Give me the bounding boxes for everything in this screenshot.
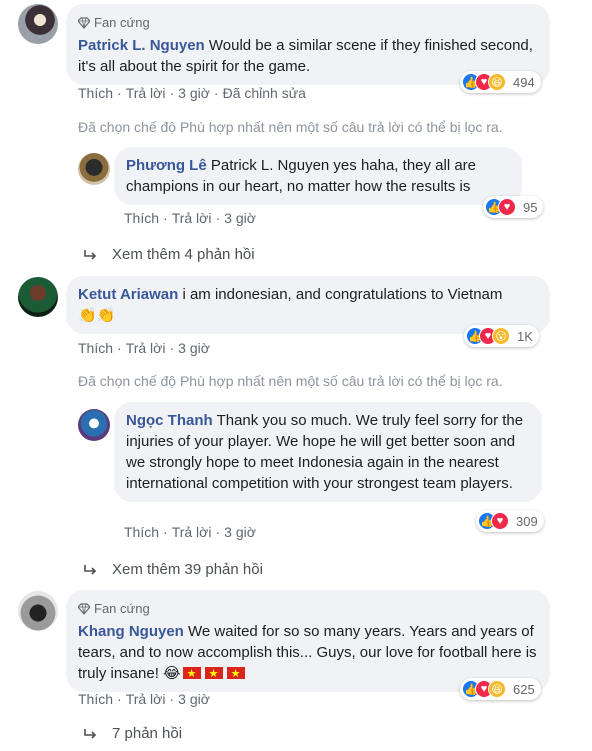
comment-actions: Thích · Trả lời · 3 giờ — [78, 340, 210, 356]
fan-badge: Fan cứng — [78, 598, 538, 619]
laugh-emoji: 😂 — [163, 665, 181, 682]
timestamp[interactable]: 3 giờ — [178, 85, 210, 101]
reaction-summary[interactable]: 👍 ♥ 😆 494 — [460, 71, 541, 93]
love-icon: ♥ — [498, 198, 516, 216]
like-button[interactable]: Thích — [124, 210, 159, 226]
comment-actions: Thích · Trả lời · 3 giờ — [124, 210, 256, 226]
author-name[interactable]: Phương Lê — [126, 157, 207, 174]
comment-text: Phương Lê Patrick L. Nguyen yes haha, th… — [126, 155, 510, 197]
clap-emoji: 👏👏 — [78, 307, 116, 324]
author-name[interactable]: Patrick L. Nguyen — [78, 37, 205, 54]
avatar[interactable] — [18, 4, 58, 44]
comment-bubble: Fan cứng Khang Nguyen We waited for so s… — [66, 590, 550, 692]
badge-label: Fan cứng — [94, 15, 150, 30]
author-name[interactable]: Ngọc Thanh — [126, 412, 213, 429]
vietnam-flag-icon — [226, 664, 245, 685]
more-replies-link[interactable]: 7 phản hồi — [84, 725, 182, 742]
author-name[interactable]: Khang Nguyen — [78, 623, 184, 640]
reaction-count: 95 — [523, 199, 538, 215]
filter-notice: Đã chọn chế độ Phù hợp nhất nên một số c… — [78, 373, 503, 389]
badge-label: Fan cứng — [94, 601, 150, 616]
comment-body: i am indonesian, and congratulations to … — [182, 286, 503, 303]
reaction-summary[interactable]: 👍 ♥ 😆 625 — [460, 678, 541, 700]
reply-arrow-icon — [84, 728, 97, 739]
avatar[interactable] — [18, 277, 58, 317]
reply-button[interactable]: Trả lời — [172, 210, 212, 226]
reply-arrow-icon — [84, 249, 97, 260]
reply-button[interactable]: Trả lời — [126, 691, 166, 707]
diamond-icon — [78, 16, 90, 29]
reaction-summary[interactable]: 👍 ♥ 95 — [483, 196, 544, 218]
author-name[interactable]: Ketut Ariawan — [78, 286, 178, 303]
more-replies-label: Xem thêm 4 phản hồi — [112, 246, 255, 263]
more-replies-label: Xem thêm 39 phản hồi — [112, 561, 263, 578]
fan-badge: Fan cứng — [78, 12, 538, 33]
vietnam-flag-icon — [204, 664, 223, 685]
comment-text: Ketut Ariawan i am indonesian, and congr… — [78, 284, 538, 305]
comment-actions: Thích · Trả lời · 3 giờ · Đã chỉnh sửa — [78, 85, 306, 101]
timestamp[interactable]: 3 giờ — [224, 524, 256, 540]
love-icon: ♥ — [491, 512, 509, 530]
reaction-count: 625 — [513, 681, 535, 697]
comment-bubble: Ngọc Thanh Thank you so much. We truly f… — [114, 402, 542, 502]
edited-label[interactable]: Đã chỉnh sửa — [223, 85, 306, 101]
reply-button[interactable]: Trả lời — [172, 524, 212, 540]
diamond-icon — [78, 602, 90, 615]
comment-actions: Thích · Trả lời · 3 giờ — [124, 524, 256, 540]
comment-bubble: Phương Lê Patrick L. Nguyen yes haha, th… — [114, 147, 522, 205]
vietnam-flag-icon — [182, 664, 201, 685]
like-button[interactable]: Thích — [124, 524, 159, 540]
like-button[interactable]: Thích — [78, 85, 113, 101]
reaction-count: 1K — [517, 328, 533, 344]
avatar[interactable] — [78, 153, 110, 185]
reaction-summary[interactable]: 👍 ♥ 😮 1K — [464, 325, 539, 347]
wow-icon: 😮 — [492, 327, 510, 345]
like-button[interactable]: Thích — [78, 340, 113, 356]
reaction-count: 494 — [513, 74, 535, 90]
comment-text: Ngọc Thanh Thank you so much. We truly f… — [126, 410, 530, 494]
reply-button[interactable]: Trả lời — [126, 85, 166, 101]
filter-notice: Đã chọn chế độ Phù hợp nhất nên một số c… — [78, 119, 503, 135]
timestamp[interactable]: 3 giờ — [224, 210, 256, 226]
timestamp[interactable]: 3 giờ — [178, 691, 210, 707]
reply-arrow-icon — [84, 564, 97, 575]
comment-text: Khang Nguyen We waited for so so many ye… — [78, 621, 538, 685]
more-replies-label: 7 phản hồi — [112, 725, 183, 742]
more-replies-link[interactable]: Xem thêm 39 phản hồi — [84, 561, 263, 578]
avatar[interactable] — [78, 409, 110, 441]
haha-icon: 😆 — [488, 680, 506, 698]
comment-actions: Thích · Trả lời · 3 giờ — [78, 691, 210, 707]
more-replies-link[interactable]: Xem thêm 4 phản hồi — [84, 246, 255, 263]
like-button[interactable]: Thích — [78, 691, 113, 707]
reply-button[interactable]: Trả lời — [126, 340, 166, 356]
timestamp[interactable]: 3 giờ — [178, 340, 210, 356]
reaction-summary[interactable]: 👍 ♥ 309 — [476, 510, 544, 532]
avatar[interactable] — [18, 591, 58, 631]
haha-icon: 😆 — [488, 73, 506, 91]
reaction-count: 309 — [516, 513, 538, 529]
